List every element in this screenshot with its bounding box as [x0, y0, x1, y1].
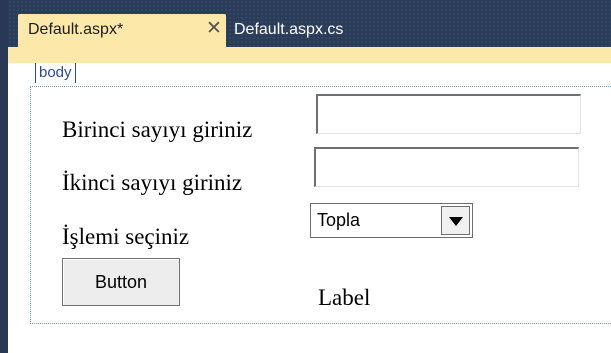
- body-tag-marker[interactable]: body: [35, 63, 76, 83]
- editor-frame: [0, 0, 8, 353]
- submit-button[interactable]: Button: [62, 258, 180, 306]
- second-number-input[interactable]: [314, 147, 579, 187]
- tab-default-aspx-cs[interactable]: Default.aspx.cs: [226, 14, 396, 47]
- tab-default-aspx[interactable]: Default.aspx* ✕: [18, 14, 226, 47]
- close-icon[interactable]: ✕: [206, 19, 222, 38]
- tab-accent-bar: [8, 47, 611, 63]
- label-second-number: İkinci sayıyı giriniz: [62, 170, 243, 195]
- tab-label: Default.aspx.cs: [234, 21, 344, 38]
- first-number-input[interactable]: [316, 94, 581, 134]
- result-label: Label: [318, 285, 371, 310]
- selected-operation: Topla: [317, 210, 361, 230]
- chevron-down-icon[interactable]: [441, 206, 470, 235]
- tab-label: Default.aspx*: [28, 21, 124, 38]
- label-first-number: Birinci sayıyı giriniz: [62, 117, 253, 142]
- label-operation: İşlemi seçiniz: [62, 224, 190, 249]
- operation-dropdown[interactable]: Topla: [310, 203, 473, 238]
